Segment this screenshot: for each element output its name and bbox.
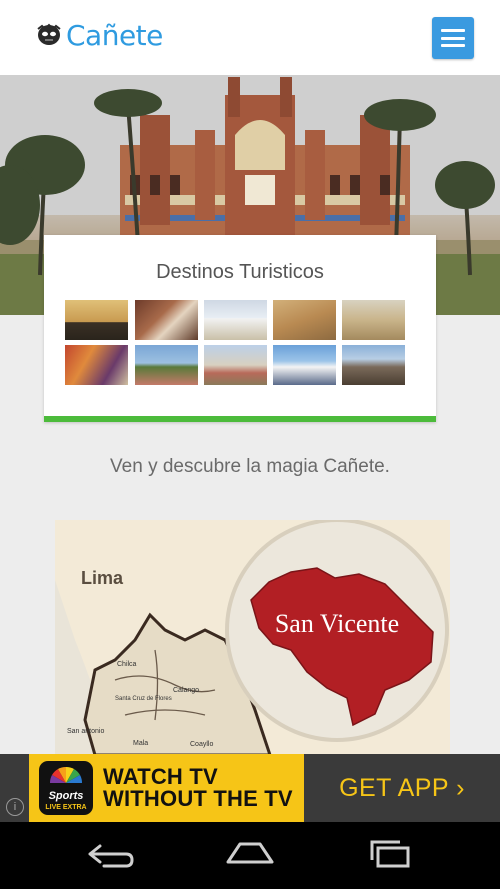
recent-apps-button[interactable] — [360, 832, 420, 878]
chapel-photo[interactable] — [204, 300, 267, 340]
ad-headline-line1: WATCH TV — [103, 764, 218, 789]
san-vicente-label: San Vicente — [275, 609, 399, 638]
map-place-label: Mala — [133, 740, 148, 747]
dancers-photo[interactable] — [65, 345, 128, 385]
logo-text: Cañete — [66, 18, 163, 52]
ad-headline-line2: WITHOUT THE TV — [103, 786, 293, 811]
app-header: Cañete — [0, 0, 500, 76]
menu-button[interactable] — [432, 17, 474, 59]
map-place-label: Chilca — [117, 661, 137, 668]
nbc-sports-logo: Sports LIVE EXTRA — [39, 761, 93, 815]
pier-sunset-photo[interactable] — [65, 300, 128, 340]
map-place-label: Calango — [173, 687, 199, 694]
plaza-photo[interactable] — [135, 345, 198, 385]
cathedral-photo[interactable] — [342, 300, 405, 340]
map-place-label: San antonio — [67, 728, 104, 735]
destinations-title: Destinos Turisticos — [156, 261, 324, 283]
destinations-card: Destinos Turisticos — [44, 235, 436, 422]
tagline: Ven y descubre la magia Cañete. — [110, 456, 390, 477]
market-photo[interactable] — [273, 345, 336, 385]
system-nav-bar — [0, 822, 500, 889]
map-place-label: Santa Cruz de Flores — [115, 696, 172, 702]
card-accent-bar — [44, 416, 436, 422]
ad-banner[interactable]: i Sports LIVE EXTRA WATCH TV WITHOUT THE… — [0, 754, 500, 822]
ad-brand-line2: LIVE EXTRA — [45, 804, 86, 811]
back-button[interactable] — [80, 832, 140, 878]
map-place-label: Coayllo — [190, 741, 213, 748]
get-app-button[interactable]: GET APP › — [304, 754, 500, 822]
mask-icon — [36, 23, 62, 47]
ad-headline: WATCH TV WITHOUT THE TV — [103, 766, 293, 810]
town-church-photo[interactable] — [204, 345, 267, 385]
home-icon — [220, 842, 280, 882]
region-map[interactable]: Lima Chilca Santa Cruz de Flores Calango… — [55, 520, 450, 755]
map-label-lima: Lima — [81, 568, 124, 588]
church-altar-photo[interactable] — [135, 300, 198, 340]
rock-formation-photo[interactable] — [342, 345, 405, 385]
back-arrow-icon — [80, 844, 140, 882]
ad-promo-panel[interactable]: Sports LIVE EXTRA WATCH TV WITHOUT THE T… — [29, 754, 304, 822]
site-logo[interactable]: Cañete — [36, 18, 163, 52]
ad-info-icon[interactable]: i — [6, 798, 24, 816]
recent-apps-icon — [360, 840, 420, 882]
ad-brand-line1: Sports — [49, 790, 84, 802]
home-button[interactable] — [220, 832, 280, 878]
desert-ruins-photo[interactable] — [273, 300, 336, 340]
